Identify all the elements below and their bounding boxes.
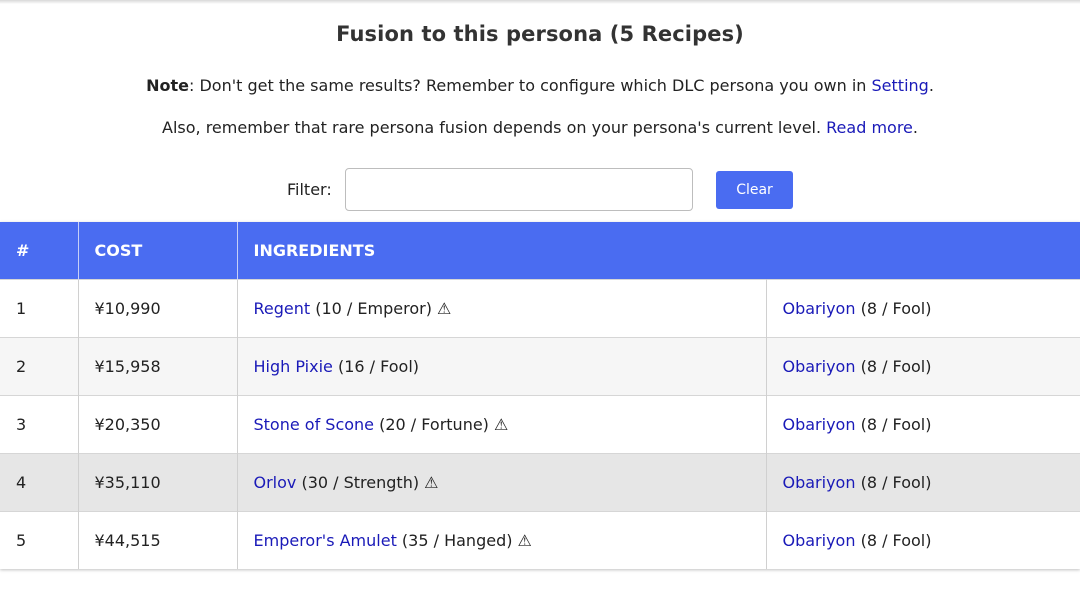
read-more-link[interactable]: Read more [826,118,913,137]
table-header-row: # COST INGREDIENTS [0,222,1080,279]
recipe-cost: ¥20,350 [78,394,238,453]
ingredient-1-cell: Regent (10 / Emperor) ⚠ [237,278,767,337]
ingredient-1-link[interactable]: Regent [254,299,311,318]
table-row: 1 ¥10,990 Regent (10 / Emperor) ⚠ Obariyon … [0,278,1080,337]
ingredient-1-cell: Stone of Scone (20 / Fortune) ⚠ [237,394,767,453]
ingredient-2-link[interactable]: Obariyon [783,415,856,434]
ingredient-1-info: (30 / Strength) ⚠ [296,472,439,492]
ingredient-2-link[interactable]: Obariyon [783,531,856,550]
ingredient-1-info: (20 / Fortune) ⚠ [374,414,509,434]
recipe-number: 4 [0,452,79,511]
table-row: 4 ¥35,110 Orlov (30 / Strength) ⚠ Obariyon … [0,452,1080,511]
ingredient-2-cell: Obariyon (8 / Fool) [766,394,1080,453]
recipe-number: 5 [0,510,79,569]
ingredient-2-link[interactable]: Obariyon [783,357,856,376]
ingredient-1-cell: High Pixie (16 / Fool) [237,336,767,395]
rare-fusion-note: Also, remember that rare persona fusion … [0,118,1080,137]
ingredient-1-info: (10 / Emperor) ⚠ [310,298,452,318]
dlc-note: Note: Don't get the same results? Rememb… [0,76,1080,95]
ingredient-2-info: (8 / Fool) [855,414,932,434]
ingredient-2-cell: Obariyon (8 / Fool) [766,278,1080,337]
ingredient-1-link[interactable]: Stone of Scone [254,415,375,434]
table-row: 3 ¥20,350 Stone of Scone (20 / Fortune) ⚠ O… [0,394,1080,453]
note-label: Note [146,76,189,95]
header-number[interactable]: # [0,222,79,279]
ingredient-1-link[interactable]: Emperor's Amulet [254,531,397,550]
ingredient-1-link[interactable]: Orlov [254,473,297,492]
recipe-cost: ¥44,515 [78,510,238,569]
recipe-number: 2 [0,336,79,395]
ingredient-2-link[interactable]: Obariyon [783,299,856,318]
ingredient-2-cell: Obariyon (8 / Fool) [766,336,1080,395]
note-end: . [928,76,934,95]
ingredient-2-link[interactable]: Obariyon [783,473,856,492]
recipe-number: 1 [0,278,79,337]
recipe-cost: ¥10,990 [78,278,238,337]
page-title: Fusion to this persona (5 Recipes) [336,22,744,46]
ingredient-2-cell: Obariyon (8 / Fool) [766,510,1080,569]
ingredient-1-cell: Emperor's Amulet (35 / Hanged) ⚠ [237,510,767,569]
table-row: 2 ¥15,958 High Pixie (16 / Fool) Obariyon (… [0,336,1080,395]
clear-button[interactable]: Clear [716,171,793,209]
ingredient-2-info: (8 / Fool) [855,298,932,318]
header-cost[interactable]: COST [78,222,238,279]
ingredient-1-info: (35 / Hanged) ⚠ [396,530,532,550]
ingredient-2-info: (8 / Fool) [855,472,932,492]
ingredient-1-link[interactable]: High Pixie [254,357,333,376]
top-bar-shadow [0,0,1080,4]
recipes-table: # COST INGREDIENTS 1 ¥10,990 Regent (10 / … [0,222,1080,569]
recipe-number: 3 [0,394,79,453]
filter-bar: Filter: Clear [0,168,1080,211]
recipe-cost: ¥15,958 [78,336,238,395]
ingredient-2-info: (8 / Fool) [855,356,932,376]
note2-end: . [912,118,918,137]
recipe-cost: ¥35,110 [78,452,238,511]
ingredient-1-cell: Orlov (30 / Strength) ⚠ [237,452,767,511]
ingredient-2-cell: Obariyon (8 / Fool) [766,452,1080,511]
setting-link[interactable]: Setting [872,76,929,95]
note2-text: Also, remember that rare persona fusion … [162,118,827,137]
ingredient-2-info: (8 / Fool) [855,530,932,550]
table-row: 5 ¥44,515 Emperor's Amulet (35 / Hanged) ⚠… [0,510,1080,569]
filter-label: Filter: [287,180,332,199]
header-ingredients[interactable]: INGREDIENTS [237,222,1080,279]
note-text: : Don't get the same results? Remember t… [188,76,872,95]
ingredient-1-info: (16 / Fool) [332,356,420,376]
filter-input[interactable] [345,168,693,211]
